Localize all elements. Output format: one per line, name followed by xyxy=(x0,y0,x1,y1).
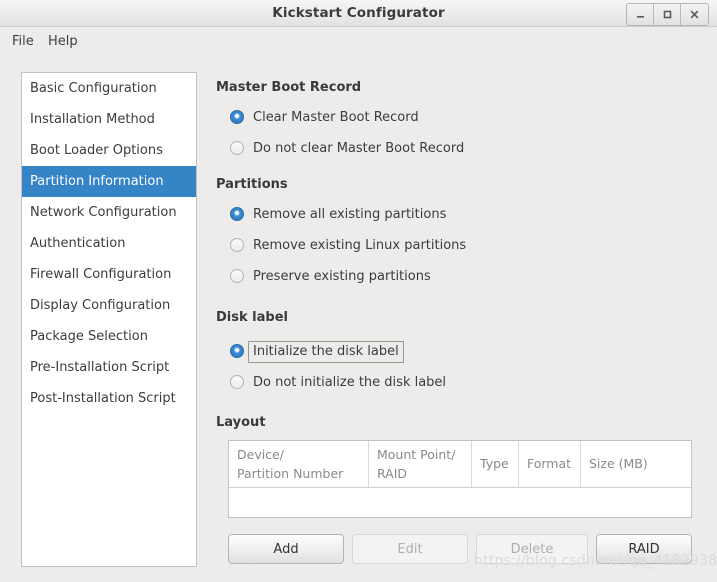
radio-indicator-icon[interactable] xyxy=(230,110,244,124)
table-column-header-label: Type xyxy=(480,456,509,472)
radio-label: Remove existing Linux partitions xyxy=(253,237,467,253)
radio-indicator-icon[interactable] xyxy=(230,344,244,358)
radio-label: Clear Master Boot Record xyxy=(253,109,419,125)
radio-label: Initialize the disk label xyxy=(248,340,404,363)
section-title-layout: Layout xyxy=(216,415,266,430)
layout-table[interactable]: Device/Partition Number Mount Point/RAID T… xyxy=(228,440,692,518)
section-title-partitions: Partitions xyxy=(216,177,288,192)
sidebar-item-label: Post-Installation Script xyxy=(30,391,176,406)
table-column-header[interactable]: Type xyxy=(472,441,519,487)
add-button[interactable]: Add xyxy=(228,534,344,564)
table-column-header-label: Size (MB) xyxy=(589,456,648,472)
window-title: Kickstart Configurator xyxy=(272,5,445,21)
close-button[interactable] xyxy=(681,4,708,25)
table-column-header-label: Device/Partition Number xyxy=(237,446,344,481)
radio-indicator-icon[interactable] xyxy=(230,141,244,155)
table-column-header[interactable]: Device/Partition Number xyxy=(229,441,369,487)
section-title-master-boot-record: Master Boot Record xyxy=(216,80,362,95)
radio-indicator-icon[interactable] xyxy=(230,375,244,389)
table-column-header[interactable]: Size (MB) xyxy=(581,441,691,487)
sidebar-item-partition-information[interactable]: Partition Information xyxy=(22,166,196,197)
radio-clear-mbr[interactable]: Clear Master Boot Record xyxy=(230,106,419,128)
table-column-header[interactable]: Format xyxy=(519,441,581,487)
sidebar-item-network-configuration[interactable]: Network Configuration xyxy=(22,197,196,228)
sidebar-item-label: Network Configuration xyxy=(30,205,177,220)
sidebar-item-label: Partition Information xyxy=(30,174,164,189)
sidebar-item-post-installation-script[interactable]: Post-Installation Script xyxy=(22,383,196,414)
sidebar-item-installation-method[interactable]: Installation Method xyxy=(22,104,196,135)
menu-bar: File Help xyxy=(0,27,717,57)
radio-remove-linux-partitions[interactable]: Remove existing Linux partitions xyxy=(230,234,466,256)
radio-label: Do not clear Master Boot Record xyxy=(253,140,465,156)
sidebar-item-label: Firewall Configuration xyxy=(30,267,172,282)
table-column-header-label: Mount Point/RAID xyxy=(377,446,456,481)
sidebar-item-firewall-configuration[interactable]: Firewall Configuration xyxy=(22,259,196,290)
sidebar-item-label: Basic Configuration xyxy=(30,81,157,96)
sidebar-item-basic-configuration[interactable]: Basic Configuration xyxy=(22,73,196,104)
table-column-header-label: Format xyxy=(527,456,572,472)
radio-label: Remove all existing partitions xyxy=(253,206,447,222)
radio-label: Preserve existing partitions xyxy=(253,268,431,284)
sidebar-item-pre-installation-script[interactable]: Pre-Installation Script xyxy=(22,352,196,383)
edit-button: Edit xyxy=(352,534,468,564)
minimize-button[interactable] xyxy=(627,4,654,25)
menu-item-help[interactable]: Help xyxy=(42,31,84,53)
sidebar-item-display-configuration[interactable]: Display Configuration xyxy=(22,290,196,321)
main-panel: Master Boot Record Clear Master Boot Rec… xyxy=(216,72,701,572)
radio-indicator-icon[interactable] xyxy=(230,269,244,283)
sidebar-item-boot-loader-options[interactable]: Boot Loader Options xyxy=(22,135,196,166)
sidebar-item-label: Display Configuration xyxy=(30,298,171,313)
table-body[interactable] xyxy=(229,488,691,517)
maximize-button[interactable] xyxy=(654,4,681,25)
section-title-disk-label: Disk label xyxy=(216,310,288,325)
radio-preserve-partitions[interactable]: Preserve existing partitions xyxy=(230,265,431,287)
radio-label: Do not initialize the disk label xyxy=(253,374,447,390)
sidebar-item-label: Boot Loader Options xyxy=(30,143,163,158)
radio-do-not-initialize-disk-label[interactable]: Do not initialize the disk label xyxy=(230,371,446,393)
radio-do-not-clear-mbr[interactable]: Do not clear Master Boot Record xyxy=(230,137,464,159)
table-header-row: Device/Partition Number Mount Point/RAID T… xyxy=(229,441,691,488)
sidebar-item-label: Authentication xyxy=(30,236,126,251)
sidebar-item-authentication[interactable]: Authentication xyxy=(22,228,196,259)
application-window: Kickstart Configurator File Help Basic C… xyxy=(0,0,717,582)
table-column-header[interactable]: Mount Point/RAID xyxy=(369,441,472,487)
navigation-list[interactable]: Basic Configuration Installation Method Bo… xyxy=(21,72,197,567)
raid-button[interactable]: RAID xyxy=(596,534,692,564)
menu-item-file[interactable]: File xyxy=(6,31,40,53)
radio-remove-all-partitions[interactable]: Remove all existing partitions xyxy=(230,203,446,225)
radio-indicator-icon[interactable] xyxy=(230,238,244,252)
radio-indicator-icon[interactable] xyxy=(230,207,244,221)
sidebar-item-label: Installation Method xyxy=(30,112,155,127)
sidebar-item-label: Pre-Installation Script xyxy=(30,360,170,375)
delete-button: Delete xyxy=(476,534,588,564)
sidebar-item-package-selection[interactable]: Package Selection xyxy=(22,321,196,352)
window-controls xyxy=(626,3,709,26)
radio-initialize-disk-label[interactable]: Initialize the disk label xyxy=(230,340,404,363)
title-bar: Kickstart Configurator xyxy=(0,0,717,27)
sidebar-item-label: Package Selection xyxy=(30,329,148,344)
